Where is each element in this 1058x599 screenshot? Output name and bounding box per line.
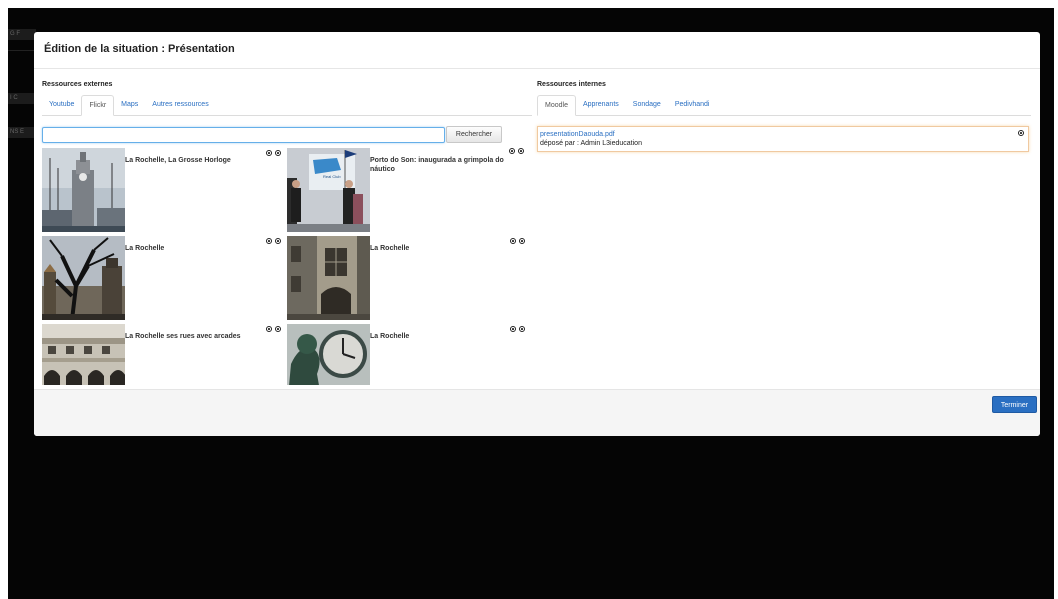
add-circle-icon[interactable]	[266, 238, 272, 244]
tab-youtube[interactable]: Youtube	[42, 95, 81, 116]
tab-moodle[interactable]: Moodle	[537, 95, 576, 116]
result-item: La Rochelle	[42, 236, 287, 320]
result-title[interactable]: La Rochelle ses rues avec arcades	[125, 332, 275, 341]
result-item: La Rochelle	[287, 324, 532, 385]
thumbnail-image[interactable]	[42, 148, 125, 232]
result-item: La Rochelle ses rues avec arcades	[42, 324, 287, 385]
done-button[interactable]: Terminer	[992, 396, 1037, 413]
resource-meta: déposé par : Admin L3ieducation	[540, 140, 642, 147]
dialog-footer: Terminer	[34, 389, 1040, 436]
result-item: La Rochelle	[287, 236, 532, 320]
internal-resources-heading: Ressources internes	[537, 81, 606, 88]
add-circle-icon[interactable]	[266, 150, 272, 156]
flickr-results: La Rochelle, La Grosse Horloge Real Club	[42, 148, 532, 385]
result-controls	[266, 238, 281, 244]
dialog-title: Édition de la situation : Présentation	[44, 43, 235, 55]
thumbnail-image[interactable]	[42, 236, 125, 320]
result-title[interactable]: La Rochelle	[370, 244, 520, 253]
result-title[interactable]: Porto do Son: inaugurada a grimpola do n…	[370, 156, 520, 174]
info-circle-icon[interactable]	[519, 238, 525, 244]
result-controls	[509, 148, 524, 154]
resource-link[interactable]: presentationDaouda.pdf	[540, 131, 615, 138]
info-circle-icon[interactable]	[275, 150, 281, 156]
background-divider	[8, 50, 36, 51]
external-tabs: Youtube Flickr Maps Autres ressources	[42, 95, 216, 116]
internal-resource-item: presentationDaouda.pdf déposé par : Admi…	[537, 126, 1029, 152]
search-input[interactable]	[42, 127, 445, 143]
resource-controls	[1018, 130, 1024, 136]
result-item: Real Club Porto do Son: inaugurada a gri…	[287, 148, 532, 232]
internal-tabs: Moodle Apprenants Sondage Pedivhandi	[537, 95, 716, 116]
thumbnail-image[interactable]: Real Club	[287, 148, 370, 232]
info-circle-icon[interactable]	[519, 326, 525, 332]
thumbnail-image[interactable]	[287, 324, 370, 385]
info-circle-icon[interactable]	[275, 326, 281, 332]
result-controls	[266, 150, 281, 156]
result-item: La Rochelle, La Grosse Horloge	[42, 148, 287, 232]
info-circle-icon[interactable]	[275, 238, 281, 244]
tab-flickr[interactable]: Flickr	[81, 95, 115, 116]
tab-autres-ressources[interactable]: Autres ressources	[145, 95, 215, 116]
thumbnail-image[interactable]	[42, 324, 125, 385]
add-circle-icon[interactable]	[510, 238, 516, 244]
tab-pedivhandi[interactable]: Pedivhandi	[668, 95, 717, 116]
result-title[interactable]: La Rochelle	[125, 244, 275, 253]
tab-maps[interactable]: Maps	[114, 95, 145, 116]
external-tabs-divider	[42, 115, 532, 116]
info-circle-icon[interactable]	[1018, 130, 1024, 136]
edit-situation-dialog: Édition de la situation : Présentation R…	[34, 32, 1040, 436]
external-resources-heading: Ressources externes	[42, 81, 113, 88]
background-row: NS E	[8, 127, 36, 138]
result-controls	[510, 326, 525, 332]
tab-apprenants[interactable]: Apprenants	[576, 95, 626, 116]
result-controls	[510, 238, 525, 244]
result-title[interactable]: La Rochelle	[370, 332, 520, 341]
tab-sondage[interactable]: Sondage	[626, 95, 668, 116]
background-row: G F	[8, 29, 36, 40]
result-title[interactable]: La Rochelle, La Grosse Horloge	[125, 156, 275, 165]
header-divider	[34, 68, 1040, 69]
add-circle-icon[interactable]	[510, 326, 516, 332]
internal-tabs-divider	[537, 115, 1031, 116]
background-row: I C	[8, 93, 36, 104]
add-circle-icon[interactable]	[266, 326, 272, 332]
search-button[interactable]: Rechercher	[446, 126, 502, 143]
svg-text:Real Club: Real Club	[323, 174, 341, 179]
result-controls	[266, 326, 281, 332]
thumbnail-image[interactable]	[287, 236, 370, 320]
info-circle-icon[interactable]	[518, 148, 524, 154]
add-circle-icon[interactable]	[509, 148, 515, 154]
